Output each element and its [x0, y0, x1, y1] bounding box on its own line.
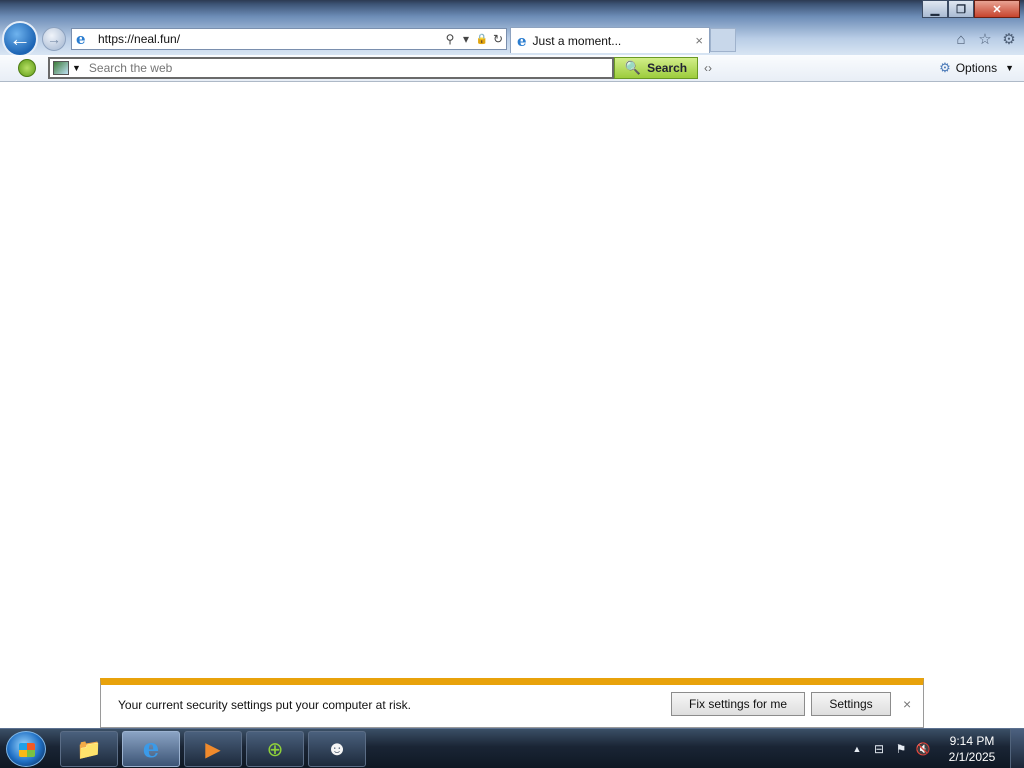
address-bar[interactable]: e https://neal.fun/ ⚲ ▾ 🔒 ↻ [71, 28, 507, 50]
search-button-label: Search [647, 61, 688, 75]
address-url[interactable]: https://neal.fun/ [98, 32, 442, 46]
clock[interactable]: 9:14 PM 2/1/2025 [934, 733, 1010, 765]
action-center-flag-icon[interactable]: ⚑ [890, 742, 912, 756]
browser-command-icons: ⌂ ☆ ⚙ [952, 30, 1018, 49]
options-menu[interactable]: ⚙ Options ▼ [939, 60, 1014, 76]
search-provider-icon[interactable] [53, 61, 69, 75]
internet-explorer-icon: e [142, 734, 160, 764]
search-button[interactable]: 🔍 Search [614, 57, 698, 79]
refresh-icon[interactable]: ↻ [490, 31, 506, 47]
media-player-icon: ▶ [205, 738, 221, 761]
forward-button[interactable]: → [42, 27, 66, 51]
toolbar-grip-icon[interactable]: ‹› [704, 61, 712, 75]
network-icon[interactable]: ⊟ [868, 742, 890, 756]
taskbar-file-explorer[interactable]: 📁 [60, 731, 118, 767]
settings-button[interactable]: Settings [811, 692, 891, 716]
tab-title: Just a moment... [532, 33, 622, 48]
toolbar-logo-icon[interactable] [18, 59, 36, 77]
security-notification-bar: Your current security settings put your … [100, 678, 924, 728]
lock-icon[interactable]: 🔒 [474, 31, 490, 47]
search-provider-caret-icon[interactable]: ▼ [72, 63, 81, 73]
taskbar: 📁 e ▶ ⊕ ☻ ▲ ⊟ ⚑ 🔇 9:14 PM 2/1/2025 [0, 728, 1024, 768]
close-window-button[interactable]: ✕ [974, 0, 1020, 18]
magnifier-icon: 🔍 [624, 60, 642, 75]
site-ie-icon: e [76, 30, 86, 48]
windows-logo-icon [19, 743, 35, 757]
restore-button[interactable]: ❐ [948, 0, 974, 18]
folder-icon: 📁 [76, 738, 102, 761]
address-dropdown-icon[interactable]: ▾ [458, 31, 474, 47]
tools-gear-icon[interactable]: ⚙ [1000, 30, 1018, 48]
search-input[interactable] [88, 61, 612, 75]
address-search-icon[interactable]: ⚲ [442, 31, 458, 47]
notification-message: Your current security settings put your … [118, 698, 412, 712]
taskbar-media-player[interactable]: ▶ [184, 731, 242, 767]
back-arrow-icon: ← [9, 26, 31, 51]
home-icon[interactable]: ⌂ [952, 30, 970, 48]
favorites-star-icon[interactable]: ☆ [976, 30, 994, 48]
taskbar-mascot-app[interactable]: ☻ [308, 731, 366, 767]
back-button[interactable]: ← [2, 21, 38, 57]
taskbar-green-app[interactable]: ⊕ [246, 731, 304, 767]
options-gear-icon: ⚙ [939, 60, 951, 75]
tab-close-icon[interactable]: × [695, 33, 703, 48]
notification-close-icon[interactable]: × [903, 696, 911, 712]
minimize-button[interactable]: ▁ [922, 0, 948, 18]
show-hidden-icons-icon[interactable]: ▲ [846, 744, 868, 754]
new-tab-button[interactable] [710, 28, 736, 52]
search-toolbar: ▼ 🔍 Search ‹› ⚙ Options ▼ [0, 55, 1024, 82]
mascot-app-icon: ☻ [326, 737, 348, 760]
page-content [0, 82, 1024, 678]
system-tray: ▲ ⊟ ⚑ 🔇 9:14 PM 2/1/2025 [846, 729, 1024, 768]
tab-ie-icon: e [517, 31, 527, 50]
green-app-icon: ⊕ [266, 738, 284, 761]
tab-just-a-moment[interactable]: e Just a moment... × [510, 27, 710, 53]
clock-time: 9:14 PM [949, 734, 995, 748]
forward-arrow-icon: → [47, 31, 61, 47]
window-controls: ▁ ❐ ✕ [922, 0, 1020, 18]
fix-settings-button[interactable]: Fix settings for me [671, 692, 805, 716]
volume-muted-icon[interactable]: 🔇 [912, 742, 934, 756]
start-button[interactable] [6, 731, 46, 767]
clock-date: 2/1/2025 [948, 750, 996, 764]
taskbar-internet-explorer[interactable]: e [122, 731, 180, 767]
browser-chrome: ▁ ❐ ✕ ← → e https://neal.fun/ ⚲ ▾ 🔒 ↻ e … [0, 0, 1024, 57]
search-box[interactable]: ▼ [48, 57, 614, 79]
show-desktop-button[interactable] [1010, 729, 1024, 768]
options-caret-icon: ▼ [1005, 63, 1014, 73]
options-label: Options [955, 61, 998, 75]
